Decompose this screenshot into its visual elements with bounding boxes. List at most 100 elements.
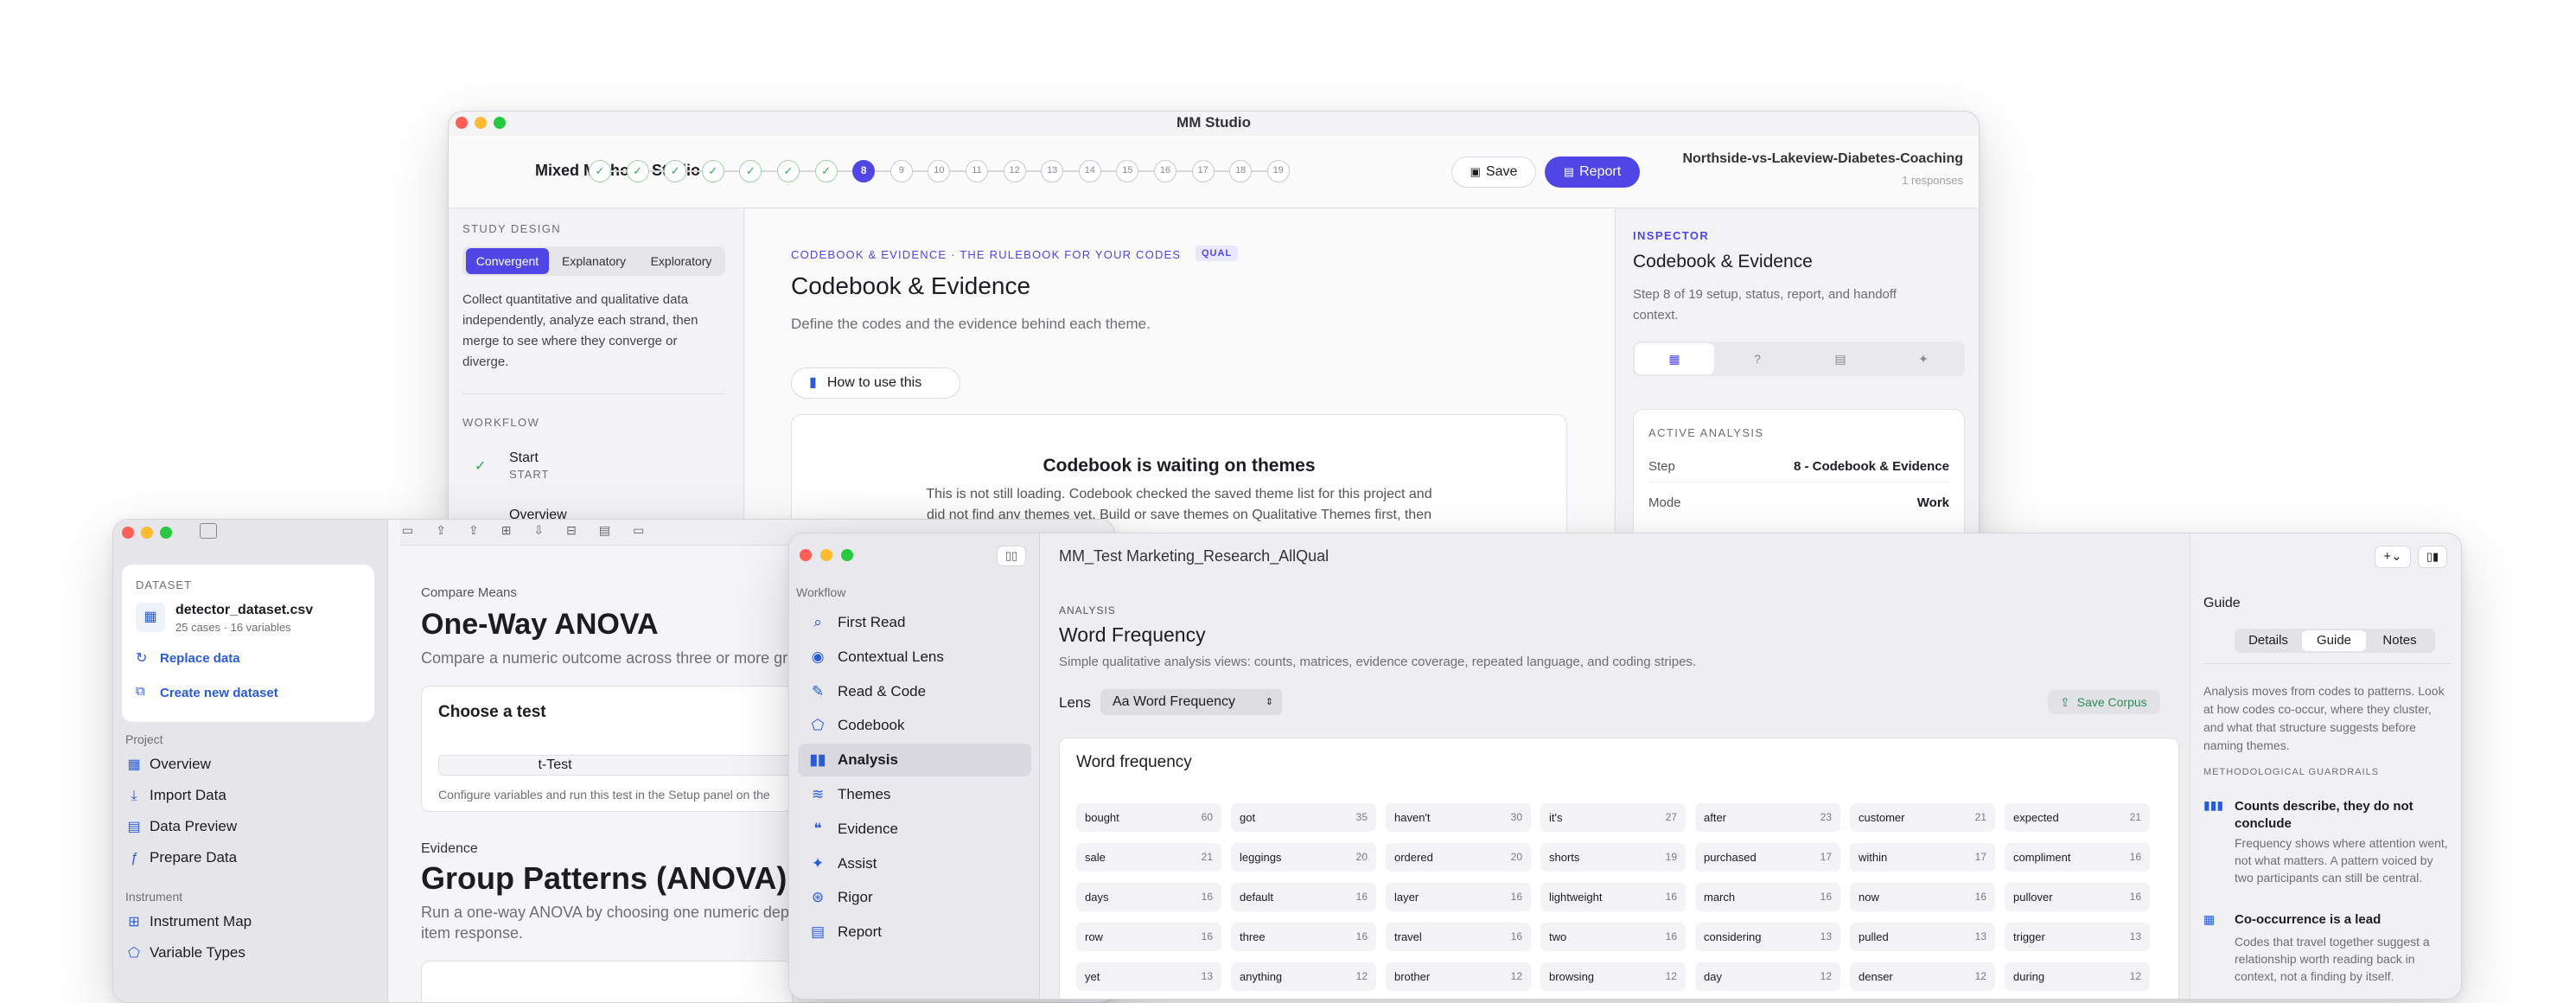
word-cell[interactable]: after 23 <box>1695 803 1840 832</box>
tab-details[interactable]: Details <box>2236 630 2300 651</box>
step-19[interactable]: 19 <box>1266 160 1290 182</box>
step-18[interactable]: 18 <box>1229 160 1253 182</box>
nav-item-evidence[interactable]: ❝ Evidence <box>798 813 1031 846</box>
sidebar-item-variable-types[interactable]: ⬠ Variable Types <box>125 940 245 966</box>
word-cell[interactable]: lightweight 16 <box>1540 883 1686 911</box>
close-window-button[interactable] <box>800 549 812 561</box>
nav-item-assist[interactable]: ✦ Assist <box>798 847 1031 880</box>
tab-notes[interactable]: Notes <box>2368 630 2432 651</box>
word-cell[interactable]: two 16 <box>1540 923 1686 951</box>
help-tab-icon[interactable]: ? <box>1718 343 1797 374</box>
word-cell[interactable]: haven't 30 <box>1386 803 1531 832</box>
sidebar-toggle-icon[interactable]: ▯▯ <box>997 546 1026 566</box>
word-term: sale <box>1085 851 1106 864</box>
word-cell[interactable]: considering 13 <box>1695 923 1840 951</box>
word-cell[interactable]: three 16 <box>1231 923 1376 951</box>
word-cell[interactable]: customer 21 <box>1850 803 1995 832</box>
step-13[interactable]: 13 <box>1041 160 1064 182</box>
word-cell[interactable]: default 16 <box>1231 883 1376 911</box>
word-term: three <box>1240 930 1266 943</box>
step-7[interactable]: ✓ <box>814 160 838 182</box>
design-explanatory[interactable]: Explanatory <box>551 248 637 274</box>
design-convergent[interactable]: Convergent <box>466 248 549 274</box>
sidebar-item-instrument-map[interactable]: ⊞ Instrument Map <box>125 909 252 935</box>
word-cell[interactable]: row 16 <box>1076 923 1221 951</box>
step-4[interactable]: ✓ <box>701 160 724 182</box>
lens-select[interactable]: Aa Word Frequency ⇕ <box>1100 689 1282 715</box>
save-corpus-button[interactable]: ⇪ Save Corpus <box>2048 690 2160 714</box>
design-exploratory[interactable]: Exploratory <box>639 248 724 274</box>
word-cell[interactable]: pulled 13 <box>1850 923 1995 951</box>
word-cell[interactable]: sale 21 <box>1076 843 1221 872</box>
word-cell[interactable]: shorts 19 <box>1540 843 1686 872</box>
word-term: haven't <box>1394 811 1431 824</box>
nav-item-codebook[interactable]: ⬠ Codebook <box>798 709 1031 742</box>
evidence-desc-2: item response. <box>421 924 524 942</box>
word-cell[interactable]: purchased 17 <box>1695 843 1840 872</box>
step-9[interactable]: 9 <box>889 160 913 182</box>
word-cell[interactable]: within 17 <box>1850 843 1995 872</box>
nav-item-read-code[interactable]: ✎ Read & Code <box>798 675 1031 708</box>
tab-guide[interactable]: Guide <box>2302 630 2366 651</box>
close-window-button[interactable] <box>122 527 134 539</box>
doc-tab-icon[interactable]: ▤ <box>1801 343 1880 374</box>
step-connector <box>950 170 966 172</box>
word-cell[interactable]: trigger 13 <box>2005 923 2150 951</box>
step-2[interactable]: ✓ <box>626 160 649 182</box>
word-cell[interactable]: expected 21 <box>2005 803 2150 832</box>
how-to-button[interactable]: ▮ How to use this <box>791 367 960 399</box>
nav-item-contextual-lens[interactable]: ◉ Contextual Lens <box>798 641 1031 674</box>
word-cell[interactable]: ordered 20 <box>1386 843 1531 872</box>
sidebar-item-import-data[interactable]: ⤓ Import Data <box>125 783 226 808</box>
report-button[interactable]: ▤ Report <box>1545 157 1640 188</box>
word-cell[interactable]: days 16 <box>1076 883 1221 911</box>
sidebar-item-prepare-data[interactable]: ƒ Prepare Data <box>125 845 238 871</box>
sidebar-item-data-preview[interactable]: ▤ Data Preview <box>125 814 237 840</box>
word-cell[interactable]: compliment 16 <box>2005 843 2150 872</box>
zoom-window-button[interactable] <box>841 549 853 561</box>
step-17[interactable]: 17 <box>1191 160 1215 182</box>
step-11[interactable]: 11 <box>966 160 988 182</box>
word-cell[interactable]: pullover 16 <box>2005 883 2150 911</box>
step-1[interactable]: ✓ <box>589 160 611 182</box>
step-6[interactable]: ✓ <box>777 160 800 182</box>
step-12[interactable]: 12 <box>1003 160 1026 182</box>
word-cell[interactable]: now 16 <box>1850 883 1995 911</box>
word-count: 16 <box>2129 891 2141 903</box>
step-14[interactable]: 14 <box>1078 160 1101 182</box>
word-cell[interactable]: got 35 <box>1231 803 1376 832</box>
nav-item-first-read[interactable]: ⌕ First Read <box>798 606 1031 639</box>
word-cell[interactable]: march 16 <box>1695 883 1840 911</box>
step-3[interactable]: ✓ <box>664 160 687 182</box>
step-16[interactable]: 16 <box>1154 160 1176 182</box>
minimize-window-button[interactable] <box>820 549 832 561</box>
page-title: Codebook & Evidence <box>791 272 1031 299</box>
sparkle-tab-icon[interactable]: ✦ <box>1884 343 1963 374</box>
replace-data-link[interactable]: Replace data <box>160 651 240 666</box>
grid-tab-icon[interactable]: ▦ <box>1635 343 1714 374</box>
nav-item-analysis[interactable]: ▮▮ Analysis <box>798 744 1031 777</box>
word-cell[interactable]: leggings 20 <box>1231 843 1376 872</box>
nav-item-report[interactable]: ▤ Report <box>798 916 1031 949</box>
workflow-start[interactable]: Start <box>509 450 539 466</box>
toolbar-icons[interactable]: ▭⇪⇪⊞⇩⊟▤▭ <box>402 523 666 538</box>
minimize-window-button[interactable] <box>141 527 153 539</box>
word-cell[interactable]: it's 27 <box>1540 803 1686 832</box>
test-option-t-test[interactable]: t-Test <box>438 755 793 776</box>
sidebar-toggle-icon[interactable] <box>200 523 217 539</box>
word-cell[interactable]: layer 16 <box>1386 883 1531 911</box>
word-term: travel <box>1394 930 1422 943</box>
step-8[interactable]: 8 <box>852 160 876 182</box>
create-dataset-link[interactable]: Create new dataset <box>160 686 278 700</box>
word-count: 60 <box>1201 811 1213 823</box>
sidebar-item-overview[interactable]: ▦ Overview <box>125 751 210 777</box>
add-icon[interactable]: +⌄ <box>2375 546 2411 568</box>
word-cell[interactable]: travel 16 <box>1386 923 1531 951</box>
tag-icon: ⬠ <box>128 946 140 961</box>
word-cell[interactable]: bought 60 <box>1076 803 1221 832</box>
save-button[interactable]: ▣ Save <box>1451 157 1536 188</box>
nav-item-themes[interactable]: ≋ Themes <box>798 778 1031 811</box>
zoom-window-button[interactable] <box>160 527 172 539</box>
inspector-toggle-icon[interactable]: ▯▮ <box>2418 546 2447 568</box>
nav-item-rigor[interactable]: ⊛ Rigor <box>798 881 1031 914</box>
